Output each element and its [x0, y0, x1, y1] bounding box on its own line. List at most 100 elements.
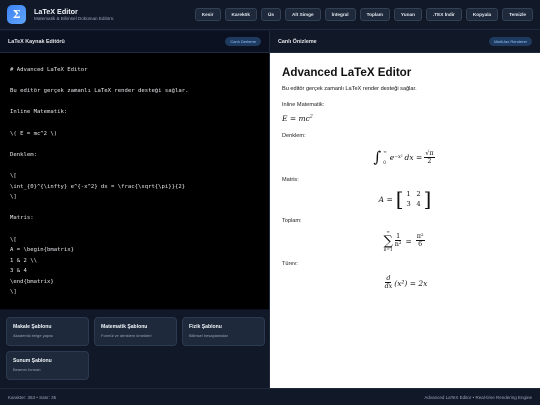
- status-bar: Karakter: 353 • Satır: 35 Advanced LaTeX…: [0, 388, 540, 405]
- right-bracket-icon: ]: [423, 187, 432, 211]
- derivative-fraction: d dx: [385, 275, 393, 291]
- templates-section: Makale Şablonu Akademik belge yapısı Mat…: [0, 310, 269, 388]
- derivative-label: Türev:: [282, 261, 298, 267]
- code-line: \int_{0}^{\infty} e^{-x^2} dx = \frac{\s…: [10, 183, 186, 190]
- sum-button[interactable]: Toplam: [359, 8, 390, 21]
- toolbar: Kesir Karekök Üs Alt Simge İntegral Topl…: [194, 8, 533, 21]
- code-line: \]: [10, 194, 17, 201]
- template-card-article[interactable]: Makale Şablonu Akademik belge yapısı: [6, 317, 89, 346]
- engine-label: Advanced LaTeX Editor • Real-time Render…: [424, 394, 532, 400]
- clear-button[interactable]: Temizle: [502, 8, 533, 21]
- greek-button[interactable]: Yunan: [393, 8, 422, 21]
- matrix-bmatrix: [ 1 2 3 4 ]: [396, 189, 432, 209]
- code-line: # Advanced LaTeX Editor: [10, 67, 88, 73]
- preview-title: Canlı Önizleme: [278, 38, 317, 45]
- document-intro: Bu editör gerçek zamanlı LaTeX render de…: [282, 86, 417, 92]
- editor-header: LaTeX Kaynak Editörü Canlı Derleme: [0, 31, 269, 53]
- derivative-body: (x²) = 2x: [394, 278, 428, 288]
- integral-upper: ∞: [383, 149, 387, 155]
- matrix-cell: 1: [406, 190, 411, 198]
- left-bracket-icon: [: [395, 187, 404, 211]
- integral-exp: −x²: [394, 155, 403, 161]
- template-card-math[interactable]: Matematik Şablonu Formül ve denklem örne…: [94, 317, 177, 346]
- integral-lower: 0: [383, 160, 386, 166]
- code-line: \end{bmatrix}: [10, 278, 54, 285]
- brand: LaTeX Editor Matematik & Bilimsel Doküma…: [34, 6, 113, 22]
- latex-source-textarea[interactable]: # Advanced LaTeX Editor Bu editör gerçek…: [0, 53, 269, 309]
- code-line: \]: [10, 289, 17, 296]
- char-line-count: Karakter: 353 • Satır: 35: [8, 394, 57, 400]
- inline-formula-lhs: E = mc: [282, 114, 310, 123]
- code-line: 1 & 2 \\: [10, 257, 37, 264]
- derivative-formula: d dx (x²) = 2x: [282, 271, 528, 295]
- code-line: Matris:: [10, 215, 34, 222]
- matrix-label: Matris:: [282, 177, 299, 183]
- matrix-formula: A = [ 1 2 3 4 ]: [282, 186, 528, 212]
- integral-result-fraction: √π 2: [424, 150, 435, 166]
- template-desc: Akademik belge yapısı: [13, 333, 54, 338]
- template-desc: Beamer formatı: [13, 367, 41, 372]
- matrix-cell: 3: [406, 200, 411, 208]
- copy-button[interactable]: Kopyala: [465, 8, 499, 21]
- code-line: \[: [10, 172, 17, 179]
- inline-formula: E = mc2: [282, 114, 528, 123]
- preview-panel: Canlı Önizleme MathJax Renderer Advanced…: [270, 31, 540, 388]
- sigma-icon: ∑: [383, 233, 393, 249]
- document-heading: Advanced LaTeX Editor: [282, 66, 412, 79]
- power-button[interactable]: Üs: [261, 8, 282, 21]
- template-card-physics[interactable]: Fizik Şablonu Bilimsel hesaplamalar: [182, 317, 265, 346]
- download-tex-button[interactable]: .TEX İndir: [426, 8, 462, 21]
- integral-sign-icon: ∫: [373, 148, 382, 167]
- template-desc: Formül ve denklem örnekleri: [101, 333, 152, 338]
- frac-denominator: 2: [427, 157, 432, 166]
- app-header: Σ LaTeX Editor Matematik & Bilimsel Dokü…: [0, 0, 540, 30]
- editor-title: LaTeX Kaynak Editörü: [8, 38, 65, 45]
- integral-formula: ∫ ∞ 0 e −x² dx = √π 2: [282, 145, 528, 171]
- template-card-presentation[interactable]: Sunum Şablonu Beamer formatı: [6, 351, 89, 380]
- frac-denominator: dx: [384, 282, 393, 291]
- integral-button[interactable]: İntegral: [324, 8, 356, 21]
- matrix-name: A =: [378, 194, 393, 204]
- code-line: Inline Matematik:: [10, 109, 68, 116]
- inline-formula-exp: 2: [309, 114, 313, 120]
- code-line: \[: [10, 236, 17, 243]
- fraction-button[interactable]: Kesir: [194, 8, 221, 21]
- app-title: LaTeX Editor: [34, 6, 78, 16]
- template-name: Sunum Şablonu: [13, 358, 52, 364]
- template-desc: Bilimsel hesaplamalar: [189, 333, 228, 338]
- renderer-badge: MathJax Renderer: [489, 37, 532, 46]
- rendered-document: Advanced LaTeX Editor Bu editör gerçek z…: [270, 53, 540, 308]
- frac-denominator: 6: [418, 240, 423, 249]
- matrix-cell: 4: [416, 200, 421, 208]
- sum-equals: =: [405, 236, 412, 246]
- sum-formula: ∞ ∑ n=1 1 n² = π² 6: [282, 227, 528, 255]
- preview-header: Canlı Önizleme MathJax Renderer: [270, 31, 540, 53]
- subscript-button[interactable]: Alt Simge: [285, 8, 321, 21]
- sum-lower: n=1: [383, 246, 393, 252]
- sum-term-fraction: 1 n²: [395, 233, 402, 249]
- code-line: Bu editör gerçek zamanlı LaTeX render de…: [10, 88, 189, 95]
- sum-label: Toplam:: [282, 218, 302, 224]
- sqrt-button[interactable]: Karekök: [224, 8, 258, 21]
- frac-denominator: n²: [394, 240, 402, 249]
- live-compile-badge: Canlı Derleme: [225, 37, 261, 46]
- editor-panel: LaTeX Kaynak Editörü Canlı Derleme # Adv…: [0, 31, 270, 388]
- sum-result-fraction: π² 6: [415, 233, 425, 249]
- code-line: A = \begin{bmatrix}: [10, 247, 74, 254]
- code-line: Denklem:: [10, 151, 37, 158]
- integral-dx: dx =: [404, 153, 423, 163]
- sigma-logo-icon: Σ: [7, 5, 26, 24]
- code-line: \( E = mc^2 \): [10, 130, 58, 137]
- inline-math-label: Inline Matematik:: [282, 102, 325, 108]
- template-name: Matematik Şablonu: [101, 324, 148, 330]
- equation-label: Denklem:: [282, 133, 306, 139]
- matrix-cell: 2: [416, 190, 421, 198]
- code-line: 3 & 4: [10, 268, 27, 275]
- template-name: Fizik Şablonu: [189, 324, 222, 330]
